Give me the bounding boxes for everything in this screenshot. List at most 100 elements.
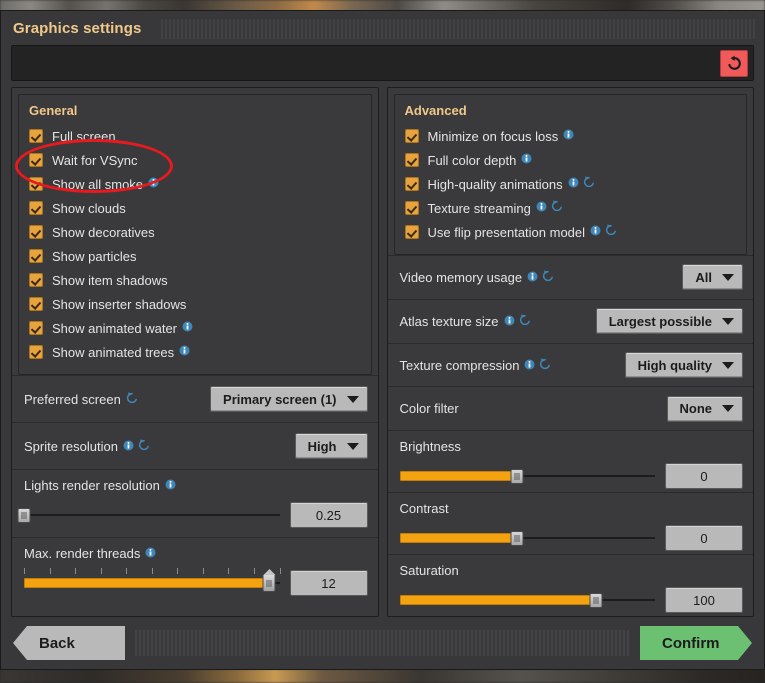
checkbox-checked[interactable] — [405, 153, 419, 167]
checkbox-checked[interactable] — [405, 177, 419, 191]
checkbox-row[interactable]: Show clouds — [29, 196, 361, 220]
checkbox-row[interactable]: Use flip presentation model — [405, 220, 737, 244]
checkbox-checked[interactable] — [29, 297, 43, 311]
setting-row-slider: Lights render resolution 0.25 — [12, 469, 378, 537]
slider-line: 0.25 — [24, 502, 368, 528]
setting-row-slider: Max. render threads12 — [12, 537, 378, 605]
slider-brightness[interactable] — [400, 468, 656, 484]
slider-fill — [24, 578, 269, 588]
info-icon[interactable] — [521, 151, 532, 169]
slider-fill — [400, 471, 518, 481]
slider-lights-render-resolution[interactable] — [24, 507, 280, 523]
slider-value-field[interactable]: 0 — [665, 525, 743, 551]
checkbox-row[interactable]: Full color depth — [405, 148, 737, 172]
checkbox-checked[interactable] — [29, 249, 43, 263]
slider-handle[interactable] — [590, 593, 603, 608]
setting-label: Color filter — [400, 401, 459, 416]
info-icon[interactable] — [179, 343, 190, 361]
setting-icons — [527, 270, 554, 285]
checkbox-row[interactable]: Texture streaming — [405, 196, 737, 220]
checkbox-checked[interactable] — [29, 129, 43, 143]
checkbox-label: Show particles — [52, 249, 137, 264]
checkbox-checked[interactable] — [29, 201, 43, 215]
slider-max-render-threads[interactable] — [24, 575, 280, 591]
info-icon[interactable] — [590, 223, 601, 241]
dropdown-texture-compression[interactable]: High quality — [625, 352, 743, 378]
checkbox-row[interactable]: Show decoratives — [29, 220, 361, 244]
info-icon[interactable] — [527, 270, 538, 285]
dropdown-value: None — [680, 401, 713, 416]
dropdown-video-memory-usage[interactable]: All — [682, 264, 743, 290]
checkbox-row[interactable]: Show animated water — [29, 316, 361, 340]
settings-content: GeneralFull screenWait for VSyncShow all… — [1, 45, 764, 617]
slider-value-field[interactable]: 100 — [665, 587, 743, 613]
info-icon[interactable] — [123, 439, 134, 454]
slider-handle[interactable] — [511, 531, 524, 546]
info-icon[interactable] — [563, 127, 574, 145]
checkbox-row[interactable]: Full screen — [29, 124, 361, 148]
setting-icons — [126, 392, 138, 407]
chevron-down-icon — [722, 362, 734, 369]
info-icon[interactable] — [568, 175, 579, 193]
setting-label: Atlas texture size — [400, 314, 531, 329]
checkbox-row[interactable]: Show animated trees — [29, 340, 361, 364]
window-drag-handle[interactable] — [161, 19, 756, 39]
info-icon[interactable] — [148, 175, 159, 193]
restart-required-icon[interactable] — [519, 314, 531, 329]
slider-handle[interactable] — [263, 575, 276, 592]
setting-label: Lights render resolution — [24, 478, 368, 493]
restart-required-icon[interactable] — [126, 392, 138, 407]
slider-saturation[interactable] — [400, 592, 656, 608]
setting-row-slider: Brightness0 — [388, 430, 754, 492]
checkbox-checked[interactable] — [405, 201, 419, 215]
dropdown-preferred-screen[interactable]: Primary screen (1) — [210, 386, 367, 412]
checkbox-checked[interactable] — [29, 273, 43, 287]
info-icon[interactable] — [145, 546, 156, 561]
dropdown-atlas-texture-size[interactable]: Largest possible — [596, 308, 743, 334]
reset-all-settings-button[interactable] — [720, 50, 748, 77]
general-column: GeneralFull screenWait for VSyncShow all… — [11, 87, 379, 617]
restart-required-icon[interactable] — [605, 223, 617, 241]
confirm-button[interactable]: Confirm — [640, 626, 752, 660]
restart-required-icon[interactable] — [583, 175, 595, 193]
back-button[interactable]: Back — [13, 626, 125, 660]
checkbox-checked[interactable] — [405, 225, 419, 239]
restart-required-icon[interactable] — [138, 439, 150, 454]
checkbox-checked[interactable] — [29, 321, 43, 335]
slider-contrast[interactable] — [400, 530, 656, 546]
setting-label-text: Preferred screen — [24, 392, 121, 407]
checkbox-label: Wait for VSync — [52, 153, 137, 168]
checkbox-row[interactable]: Minimize on focus loss — [405, 124, 737, 148]
chevron-down-icon — [347, 396, 359, 403]
checkbox-checked[interactable] — [29, 153, 43, 167]
info-icon[interactable] — [524, 358, 535, 373]
dropdown-value: All — [695, 270, 712, 285]
slider-value-field[interactable]: 0.25 — [290, 502, 368, 528]
checkbox-checked[interactable] — [405, 129, 419, 143]
restart-required-icon[interactable] — [542, 270, 554, 285]
slider-handle[interactable] — [511, 469, 524, 484]
restart-required-icon[interactable] — [539, 358, 551, 373]
checkbox-row[interactable]: Show inserter shadows — [29, 292, 361, 316]
checkbox-row[interactable]: Show all smoke — [29, 172, 361, 196]
info-icon[interactable] — [536, 199, 547, 217]
checkbox-checked[interactable] — [29, 345, 43, 359]
slider-value-field[interactable]: 12 — [290, 570, 368, 596]
restart-required-icon[interactable] — [551, 199, 563, 217]
slider-handle[interactable] — [18, 508, 31, 523]
checkbox-checked[interactable] — [29, 177, 43, 191]
info-icon[interactable] — [182, 319, 193, 337]
info-icon[interactable] — [165, 478, 176, 493]
slider-value-field[interactable]: 0 — [665, 463, 743, 489]
checkbox-row[interactable]: Wait for VSync — [29, 148, 361, 172]
setting-row-dropdown: Texture compressionHigh quality — [388, 343, 754, 387]
info-icon[interactable] — [504, 314, 515, 329]
checkbox-label: Full color depth — [428, 153, 517, 168]
dropdown-sprite-resolution[interactable]: High — [295, 433, 368, 459]
window-title: Graphics settings — [13, 20, 141, 37]
dropdown-color-filter[interactable]: None — [667, 396, 744, 422]
checkbox-checked[interactable] — [29, 225, 43, 239]
checkbox-row[interactable]: Show particles — [29, 244, 361, 268]
checkbox-row[interactable]: Show item shadows — [29, 268, 361, 292]
checkbox-row[interactable]: High-quality animations — [405, 172, 737, 196]
